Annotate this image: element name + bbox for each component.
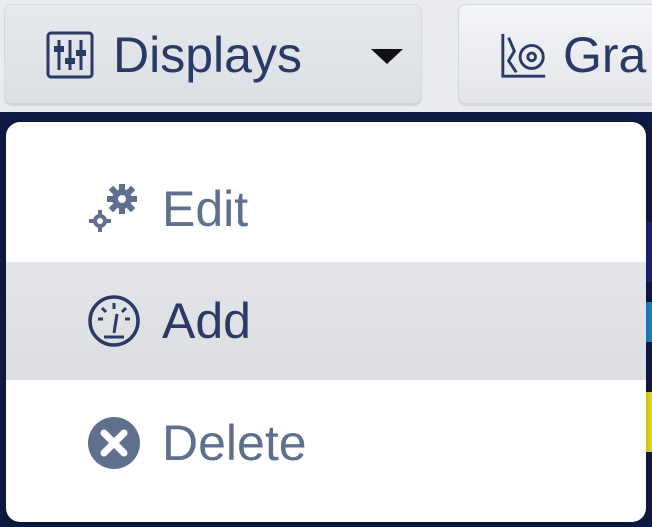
gauge-icon — [86, 293, 142, 349]
menu-item-edit[interactable]: Edit — [6, 150, 646, 268]
displays-button-label: Displays — [113, 27, 302, 83]
displays-dropdown-menu: Edit Add Delete — [6, 122, 646, 522]
menu-item-delete[interactable]: Delete — [6, 384, 646, 502]
menu-item-add-label: Add — [162, 293, 251, 349]
menu-item-edit-label: Edit — [162, 181, 249, 237]
sliders-icon — [45, 30, 95, 80]
graphs-button[interactable]: Gra — [458, 4, 652, 106]
graphs-button-label: Gra — [563, 27, 647, 83]
menu-item-add[interactable]: Add — [6, 262, 646, 380]
displays-button[interactable]: Displays — [4, 4, 422, 106]
x-circle-icon — [86, 415, 142, 471]
chevron-down-icon — [371, 49, 403, 64]
gears-icon — [86, 181, 142, 237]
menu-item-delete-label: Delete — [162, 415, 307, 471]
graph-settings-icon — [499, 30, 549, 80]
